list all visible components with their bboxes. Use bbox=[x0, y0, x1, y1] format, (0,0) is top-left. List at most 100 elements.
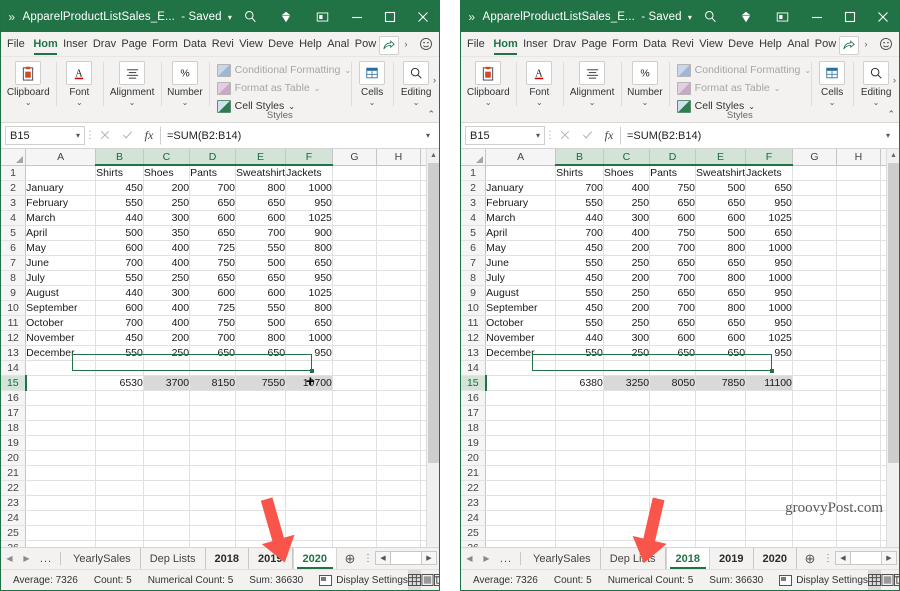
tab-nav-first-icon[interactable]: ◀ bbox=[461, 548, 478, 569]
table-row[interactable]: 12 November 450 200 700 800 1000 bbox=[1, 330, 439, 346]
cell-shoes[interactable]: 200 bbox=[143, 180, 191, 196]
cell-shirts[interactable]: 440 bbox=[95, 210, 144, 226]
cell-pants[interactable]: 650 bbox=[649, 315, 697, 331]
cell-sweatshirt[interactable]: 650 bbox=[695, 285, 747, 301]
cell-shoes[interactable]: 200 bbox=[603, 300, 651, 316]
cell-blank[interactable] bbox=[485, 405, 557, 421]
cell-blank[interactable] bbox=[836, 435, 881, 451]
cell-blank[interactable] bbox=[143, 480, 191, 496]
sheet-tab-2019[interactable]: 2019 bbox=[249, 548, 293, 569]
ribbon-tab-power[interactable]: Pow bbox=[812, 32, 839, 56]
table-row[interactable]: 25 bbox=[1, 525, 439, 541]
cell-g[interactable] bbox=[332, 240, 377, 256]
cell-blank[interactable] bbox=[189, 390, 237, 406]
row-header[interactable]: 7 bbox=[1, 255, 27, 271]
cell-month[interactable]: March bbox=[485, 210, 557, 226]
cell-sweatshirt[interactable]: 700 bbox=[235, 225, 287, 241]
cell-jackets[interactable]: 950 bbox=[745, 315, 793, 331]
cell-pants[interactable]: 750 bbox=[189, 315, 237, 331]
cell-blank[interactable] bbox=[836, 480, 881, 496]
formula-expand-icon[interactable]: ▾ bbox=[881, 131, 895, 140]
cell-blank[interactable] bbox=[332, 360, 377, 376]
maximize-icon[interactable] bbox=[373, 1, 406, 32]
ribbon-group-clipboard[interactable]: Clipboard ⌄ bbox=[1, 57, 56, 122]
cell-pants[interactable]: 700 bbox=[189, 330, 237, 346]
column-header-G[interactable]: G bbox=[792, 149, 837, 166]
row-header[interactable]: 10 bbox=[461, 300, 487, 316]
chevron-down-icon[interactable]: ⌄ bbox=[314, 84, 321, 93]
cell-g[interactable] bbox=[332, 345, 377, 361]
cell-H1[interactable] bbox=[376, 165, 421, 181]
scroll-up-icon[interactable]: ▲ bbox=[427, 149, 439, 162]
cell-sweatshirt[interactable]: 550 bbox=[235, 240, 287, 256]
row-header-14[interactable]: 14 bbox=[461, 360, 487, 376]
cell-blank[interactable] bbox=[235, 435, 287, 451]
cell-pants[interactable]: 650 bbox=[649, 255, 697, 271]
cell-month[interactable]: September bbox=[485, 300, 557, 316]
cell-A1[interactable] bbox=[25, 165, 97, 181]
cell-h[interactable] bbox=[376, 315, 421, 331]
cell-jackets[interactable]: 950 bbox=[745, 285, 793, 301]
cell-jackets[interactable]: 650 bbox=[745, 225, 793, 241]
share-icon[interactable] bbox=[379, 36, 399, 55]
cell-shirts[interactable]: 450 bbox=[555, 240, 604, 256]
magnifier-icon[interactable] bbox=[863, 61, 890, 85]
cell-h[interactable] bbox=[836, 270, 881, 286]
cell-sweatshirt[interactable]: 550 bbox=[235, 300, 287, 316]
column-header-C[interactable]: C bbox=[603, 149, 651, 166]
table-row[interactable]: 16 bbox=[461, 390, 899, 406]
cell-blank[interactable] bbox=[745, 450, 793, 466]
row-header[interactable]: 18 bbox=[1, 420, 27, 436]
cell-blank[interactable] bbox=[836, 390, 881, 406]
cell-blank[interactable] bbox=[235, 405, 287, 421]
cell-pants[interactable]: 650 bbox=[649, 285, 697, 301]
display-settings-button[interactable]: Display Settings bbox=[779, 574, 868, 586]
ribbon-tab-insert[interactable]: Inser bbox=[60, 32, 90, 56]
chevron-down-icon[interactable]: ⌄ bbox=[182, 98, 189, 107]
chevron-down-icon[interactable]: ⌄ bbox=[829, 98, 836, 107]
cell-blank[interactable] bbox=[285, 540, 333, 547]
cell-blank[interactable] bbox=[603, 360, 651, 376]
clipboard-icon[interactable] bbox=[15, 61, 42, 85]
ribbon-tab-home[interactable]: Hom bbox=[31, 32, 61, 56]
cell-month[interactable]: November bbox=[485, 330, 557, 346]
cell-g[interactable] bbox=[332, 285, 377, 301]
cell-blank[interactable] bbox=[792, 480, 837, 496]
cell-sweatshirt[interactable]: 500 bbox=[695, 225, 747, 241]
tab-nav-first-icon[interactable]: ◀ bbox=[1, 548, 18, 569]
chevron-down-icon[interactable]: ⌄ bbox=[589, 98, 596, 107]
ribbon-group-number[interactable]: % Number ⌄ bbox=[161, 57, 209, 122]
cell-g[interactable] bbox=[792, 240, 837, 256]
cell-month[interactable]: August bbox=[25, 285, 97, 301]
spreadsheet-grid[interactable]: A B C D E F G H 1 Shirts Shoes Pants Swe bbox=[461, 149, 899, 547]
cell-g[interactable] bbox=[332, 330, 377, 346]
cell-h[interactable] bbox=[836, 240, 881, 256]
cell-shirts[interactable]: 450 bbox=[95, 330, 144, 346]
vertical-scrollbar[interactable]: ▲ bbox=[886, 149, 899, 547]
formula-expand-icon[interactable]: ▾ bbox=[421, 131, 435, 140]
row-header[interactable]: 26 bbox=[461, 540, 487, 547]
sheet-tab-2020[interactable]: 2020 bbox=[753, 548, 797, 569]
ribbon-tab-review[interactable]: Revi bbox=[209, 32, 237, 56]
cell-shoes[interactable]: 250 bbox=[143, 270, 191, 286]
cell-shirts[interactable]: 700 bbox=[95, 255, 144, 271]
column-header-F[interactable]: F bbox=[285, 149, 333, 166]
cell-blank[interactable] bbox=[555, 435, 604, 451]
cell-blank[interactable] bbox=[235, 420, 287, 436]
cell-blank[interactable] bbox=[332, 450, 377, 466]
cell-h[interactable] bbox=[376, 240, 421, 256]
ribbon-tab-formulas[interactable]: Form bbox=[610, 32, 641, 56]
cell-pants[interactable]: 750 bbox=[649, 225, 697, 241]
cell-jackets[interactable]: 1000 bbox=[745, 270, 793, 286]
cell-blank[interactable] bbox=[376, 450, 421, 466]
cell-month[interactable]: July bbox=[485, 270, 557, 286]
chevron-down-icon[interactable]: ⌄ bbox=[774, 84, 781, 93]
cell-shirts[interactable]: 550 bbox=[95, 195, 144, 211]
cell-h[interactable] bbox=[836, 330, 881, 346]
row-header[interactable]: 13 bbox=[461, 345, 487, 361]
ribbon-tab-help[interactable]: Help bbox=[756, 32, 784, 56]
cell-g[interactable] bbox=[792, 210, 837, 226]
cell-blank[interactable] bbox=[143, 510, 191, 526]
cell-blank[interactable] bbox=[603, 420, 651, 436]
cell-h[interactable] bbox=[376, 375, 421, 391]
